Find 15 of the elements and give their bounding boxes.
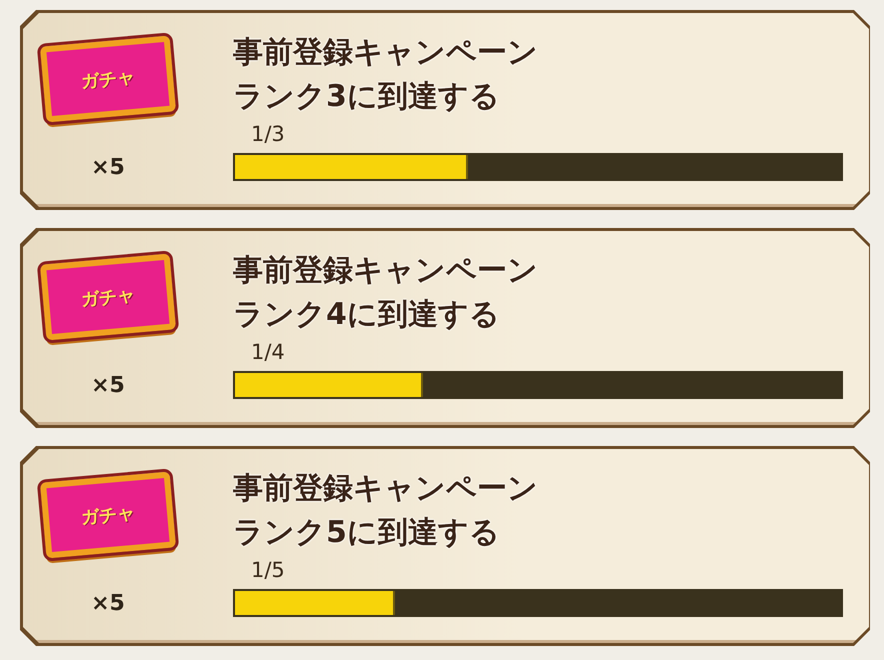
progress-count: 1/4 — [251, 339, 286, 365]
mission-title: 事前登録キャンペーン — [233, 252, 539, 290]
reward-quantity: ×5 — [91, 591, 125, 616]
ticket-label: ガチャ — [80, 502, 136, 530]
ticket-label: ガチャ — [80, 66, 136, 94]
mission-subtitle: ランク5に到達する — [233, 514, 501, 552]
mission-subtitle: ランク3に到達する — [233, 78, 501, 116]
progress-count: 1/3 — [251, 121, 286, 147]
ticket-label: ガチャ — [80, 284, 136, 312]
mission-title: 事前登録キャンペーン — [233, 470, 539, 508]
mission-subtitle: ランク4に到達する — [233, 296, 501, 334]
reward-quantity: ×5 — [91, 155, 125, 180]
reward-quantity: ×5 — [91, 373, 125, 398]
mission-title: 事前登録キャンペーン — [233, 34, 539, 72]
progress-count: 1/5 — [251, 557, 286, 583]
